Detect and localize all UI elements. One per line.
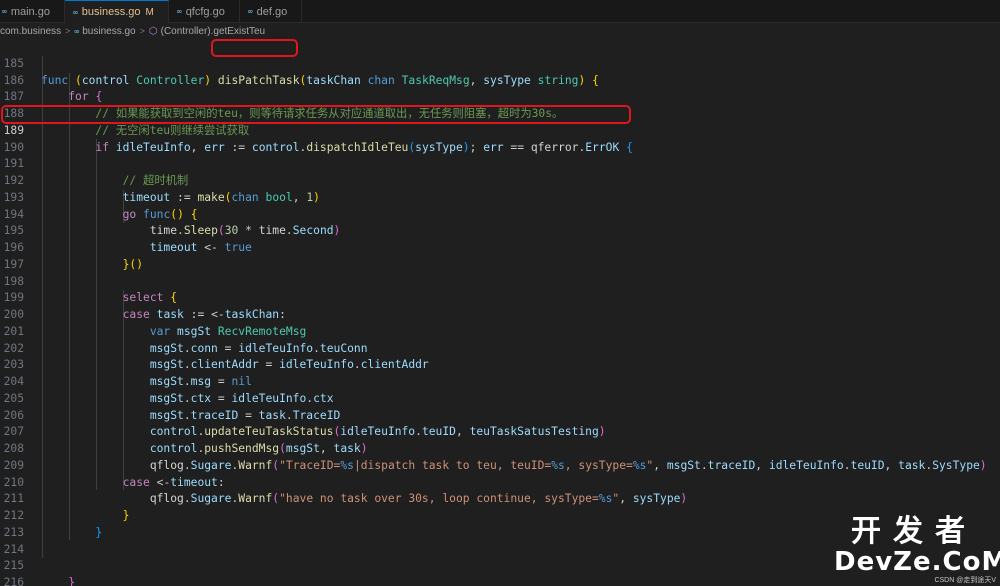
breadcrumb: com.business > ∞ business.go > ⬡ (Contro…: [0, 23, 1000, 39]
code-line: 186 for {: [0, 56, 1000, 104]
breadcrumb-file[interactable]: business.go: [82, 26, 135, 37]
method-icon: ⬡: [148, 25, 158, 37]
go-file-icon: ∞: [176, 7, 182, 16]
code-line: 211 }: [0, 475, 1000, 522]
breadcrumb-symbol[interactable]: (Controller).getExistTeu: [161, 26, 265, 37]
go-file-icon: ∞: [2, 7, 7, 16]
code-line: 207 control.pushSendMsg(msgSt, task): [0, 408, 1000, 455]
code-line: 208 qflog.Sugare.Warnf("TraceID=%s|dispa…: [0, 424, 1000, 472]
code-line: 196 }(): [0, 223, 1000, 271]
go-file-icon: ∞: [72, 7, 78, 17]
tab-label: qfcfg.go: [185, 5, 225, 18]
go-file-icon: ∞: [247, 7, 253, 16]
code-line: 195 timeout <- true: [0, 207, 1000, 254]
code-line: 200 var msgSt RecvRemoteMsg: [0, 290, 1000, 338]
editor-tab-bar: ∞ main.go ∞ business.go M ∞ qfcfg.go ∞ d…: [0, 0, 1000, 23]
code-text: }: [68, 576, 76, 586]
watermark-credit: CSDN @走到途天V: [934, 577, 996, 584]
code-line: 188 // 无空闲teu则继续尝试获取: [0, 89, 1000, 137]
go-file-icon: ∞: [74, 26, 80, 36]
code-line: 210 qflog.Sugare.Warnf("have no task ove…: [0, 458, 1000, 506]
watermark-brand-zh: 开发者: [851, 514, 977, 549]
code-line-current: 189 if idleTeuInfo, err := control.dispa…: [0, 106, 1000, 154]
chevron-right-icon: >: [65, 26, 71, 36]
code-line: 212 }: [0, 491, 1000, 539]
code-editor[interactable]: 185 func (control Controller) disPatchTa…: [0, 39, 1000, 586]
tab-label: main.go: [10, 5, 50, 18]
site-watermark: 开发者 DevZe.CoM: [834, 514, 1000, 577]
code-line: 192 timeout := make(chan bool, 1): [0, 156, 1000, 204]
tab-label: business.go: [81, 6, 141, 18]
tab-qfcfg-go[interactable]: ∞ qfcfg.go: [169, 0, 240, 23]
breadcrumb-folder[interactable]: com.business: [0, 26, 61, 37]
code-line: 201 msgSt.conn = idleTeuInfo.teuConn: [0, 307, 1000, 355]
code-line: 191 // 超时机制: [0, 140, 1000, 187]
code-line: 202 msgSt.clientAddr = idleTeuInfo.clien…: [0, 324, 1000, 372]
line-number: 216: [3, 576, 24, 586]
watermark-brand-en: DevZe.CoM: [834, 547, 1000, 577]
code-line: 204 msgSt.ctx = idleTeuInfo.ctx: [0, 357, 1000, 405]
code-line: 193 go func() {: [0, 173, 1000, 221]
chevron-right-icon: >: [139, 26, 145, 36]
code-line: 190: [0, 123, 1000, 154]
code-line: 194 time.Sleep(30 * time.Second): [0, 190, 1000, 238]
code-line: 209 case <-timeout:: [0, 441, 1000, 489]
tab-main-go[interactable]: ∞ main.go: [0, 0, 65, 23]
code-line: 185 func (control Controller) disPatchTa…: [0, 39, 1000, 87]
code-line: 203 msgSt.msg = nil: [0, 341, 1000, 388]
code-line: 199 case task := <-taskChan:: [0, 274, 1000, 321]
code-line: 197: [0, 240, 1000, 271]
modified-badge: M: [145, 6, 154, 18]
tab-label: def.go: [256, 5, 288, 18]
code-line: 205 msgSt.traceID = task.TraceID: [0, 374, 1000, 422]
code-line: 198 select {: [0, 257, 1000, 305]
code-line: 187 // 如果能获取到空闲的teu，则等待请求任务从对应通道取出，无任务则阻…: [0, 73, 1000, 120]
code-line: 206 control.updateTeuTaskStatus(idleTeuI…: [0, 391, 1000, 439]
tab-business-go[interactable]: ∞ business.go M: [64, 0, 169, 23]
tab-def-go[interactable]: ∞ def.go: [240, 0, 303, 23]
